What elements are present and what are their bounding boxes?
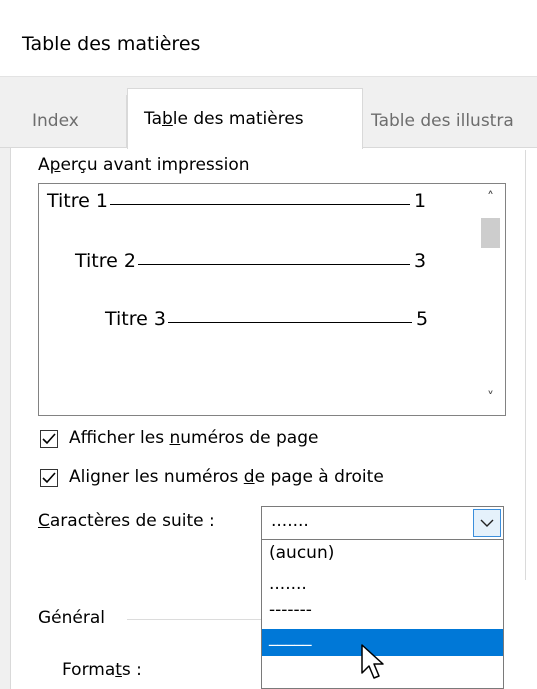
scroll-thumb[interactable] — [481, 218, 500, 248]
leader-option[interactable]: ------- — [262, 600, 503, 628]
align-right-checkbox[interactable] — [40, 469, 58, 487]
tab-table-des-illustrations[interactable]: Table des illustra — [363, 95, 537, 147]
preview-label: Aperçu avant impression — [38, 155, 250, 175]
leader-line — [167, 322, 412, 323]
mouse-pointer-icon — [361, 644, 384, 679]
general-group-label: Général — [38, 608, 105, 628]
group-divider — [127, 619, 261, 620]
column-separator — [525, 150, 526, 580]
align-right-label[interactable]: Aligner les numéros de page à droite — [69, 467, 384, 487]
preview-entry: Titre 3 5 — [105, 308, 429, 330]
tab-label: Table des matières — [144, 109, 304, 129]
formats-label: Formats : — [62, 660, 142, 680]
print-preview-box: Titre 1 1 Titre 2 3 Titre 3 5 ˄ ˅ — [38, 183, 506, 416]
tab-table-des-matieres[interactable]: Table des matières — [127, 88, 363, 149]
chevron-down-icon[interactable] — [473, 509, 501, 537]
scroll-down-icon[interactable]: ˅ — [476, 384, 505, 412]
leader-option[interactable]: (aucun) — [262, 543, 503, 571]
show-page-numbers-checkbox[interactable] — [40, 430, 58, 448]
checkmark-icon — [42, 433, 56, 445]
dialog-titlebar: Table des matières — [0, 0, 537, 77]
preview-entry: Titre 2 3 — [75, 250, 427, 272]
leader-line — [109, 204, 410, 205]
dialog-title: Table des matières — [22, 33, 201, 55]
preview-entry: Titre 1 1 — [47, 190, 427, 212]
tab-index[interactable]: Index — [10, 95, 127, 147]
scroll-up-icon[interactable]: ˄ — [476, 184, 505, 212]
checkmark-icon — [42, 472, 56, 484]
leader-select[interactable]: ....... — [261, 506, 504, 540]
preview-scrollbar[interactable]: ˄ ˅ — [476, 184, 505, 415]
leader-label: Caractères de suite : — [38, 511, 215, 531]
show-page-numbers-label[interactable]: Afficher les numéros de page — [69, 428, 318, 448]
leader-option[interactable]: ....... — [262, 574, 503, 602]
leader-line — [137, 264, 410, 265]
